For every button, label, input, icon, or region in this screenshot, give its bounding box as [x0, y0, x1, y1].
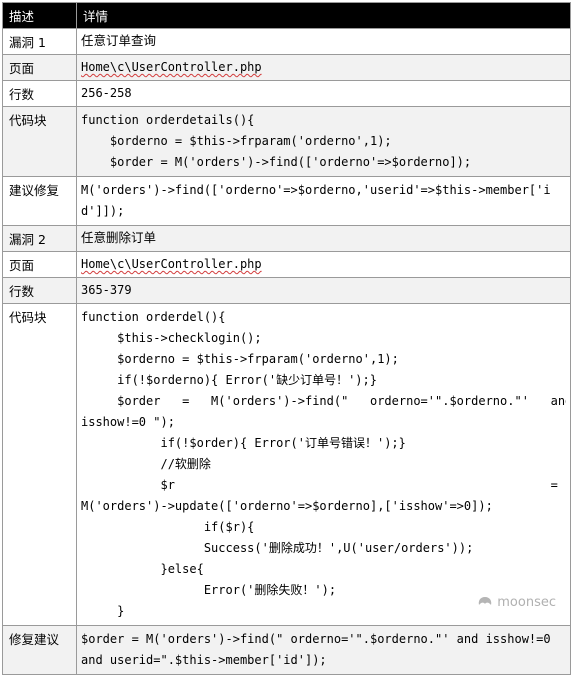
- v1-code-row: 代码块 function orderdetails(){ $orderno = …: [2, 106, 571, 177]
- code-line: $order = M('orders')->find(['orderno'=>$…: [81, 155, 472, 169]
- v2-fix-code: $order = M('orders')->find(" orderno='".…: [76, 625, 571, 675]
- v1-lines-label: 行数: [2, 80, 77, 107]
- code-line: $order = M('orders')->find(" orderno='".…: [81, 394, 566, 408]
- code-line: if(!$orderno){ Error('缺少订单号！');}: [81, 373, 377, 387]
- v2-code-row: 代码块 function orderdel(){ $this->checklog…: [2, 303, 571, 626]
- code-line: Success('删除成功！',U('user/orders'));: [81, 541, 474, 555]
- code-line: //软删除: [81, 457, 211, 471]
- v1-page-path: Home\c\UserController.php: [81, 60, 262, 74]
- header-details: 详情: [76, 2, 571, 29]
- code-line: and userid=".$this->member['id']);: [81, 653, 327, 667]
- v2-page-row: 页面 Home\c\UserController.php: [2, 251, 571, 278]
- code-line: $orderno = $this->frparam('orderno',1);: [81, 352, 399, 366]
- v2-lines-value: 365-379: [76, 277, 571, 304]
- code-line: $orderno = $this->frparam('orderno',1);: [81, 134, 392, 148]
- v2-page-value: Home\c\UserController.php: [76, 251, 571, 278]
- code-line: M('orders')->update(['orderno'=>$orderno…: [81, 499, 493, 513]
- v2-title-row: 漏洞 2 任意删除订单: [2, 225, 571, 252]
- v2-page-label: 页面: [2, 251, 77, 278]
- v1-page-label: 页面: [2, 54, 77, 81]
- v1-title-row: 漏洞 1 任意订单查询: [2, 28, 571, 55]
- v1-fix-row: 建议修复 M('orders')->find(['orderno'=>$orde…: [2, 176, 571, 226]
- code-line: $r =: [81, 478, 558, 492]
- moon-logo-icon: [479, 596, 492, 605]
- v1-fix-label: 建议修复: [2, 176, 77, 226]
- v2-lines-row: 行数 365-379: [2, 277, 571, 304]
- code-line: function orderdel(){: [81, 310, 226, 324]
- v2-page-path: Home\c\UserController.php: [81, 257, 262, 271]
- table-header-row: 描述 详情: [2, 2, 571, 29]
- v1-page-value: Home\c\UserController.php: [76, 54, 571, 81]
- v2-code-block: function orderdel(){ $this->checklogin()…: [76, 303, 571, 626]
- v2-lines-label: 行数: [2, 277, 77, 304]
- v1-code-label: 代码块: [2, 106, 77, 177]
- code-line: function orderdetails(){: [81, 113, 255, 127]
- v1-lines-row: 行数 256-258: [2, 80, 571, 107]
- v1-vuln-label: 漏洞 1: [2, 28, 77, 55]
- v2-code-label: 代码块: [2, 303, 77, 626]
- v2-fix-row: 修复建议 $order = M('orders')->find(" ordern…: [2, 625, 571, 675]
- v1-fix-code: M('orders')->find(['orderno'=>$orderno,'…: [76, 176, 571, 226]
- code-line: $this->checklogin();: [81, 331, 262, 345]
- code-line: if($r){: [81, 520, 255, 534]
- header-description: 描述: [2, 2, 77, 29]
- code-line: if(!$order){ Error('订单号错误！');}: [81, 436, 406, 450]
- v2-fix-label: 修复建议: [2, 625, 77, 675]
- code-line: M('orders')->find(['orderno'=>$orderno,'…: [81, 183, 551, 197]
- v1-code-block: function orderdetails(){ $orderno = $thi…: [76, 106, 571, 177]
- v2-vuln-title: 任意删除订单: [76, 225, 571, 252]
- code-line: d']]);: [81, 204, 125, 218]
- v1-vuln-title: 任意订单查询: [76, 28, 571, 55]
- v1-lines-value: 256-258: [76, 80, 571, 107]
- vulnerability-table: 描述 详情 漏洞 1 任意订单查询 页面 Home\c\UserControll…: [2, 2, 571, 675]
- v1-page-row: 页面 Home\c\UserController.php: [2, 54, 571, 81]
- watermark: moonsec: [477, 595, 556, 610]
- v2-vuln-label: 漏洞 2: [2, 225, 77, 252]
- code-line: }else{: [81, 562, 204, 576]
- watermark-text: moonsec: [497, 595, 556, 610]
- code-line: isshow!=0 ");: [81, 415, 175, 429]
- code-line: $order = M('orders')->find(" orderno='".…: [81, 632, 551, 646]
